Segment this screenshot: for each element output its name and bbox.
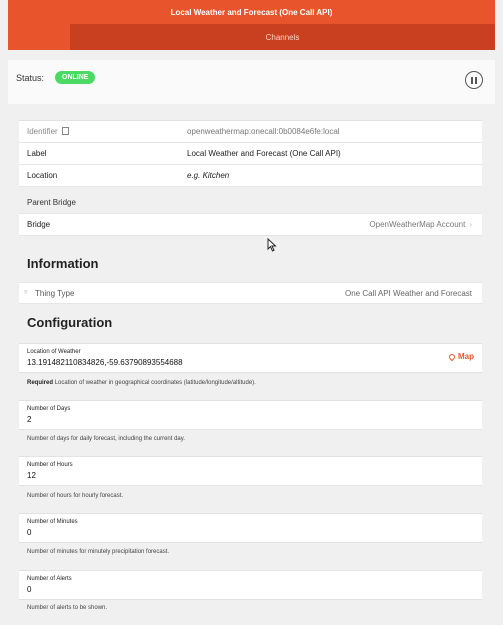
required-tag: Required (27, 380, 54, 386)
number-of-days-input[interactable]: 2 (27, 415, 31, 424)
number-of-minutes-input[interactable]: 0 (27, 528, 31, 537)
tab-channels[interactable]: Channels (70, 24, 495, 50)
location-input[interactable]: e.g. Kitchen (187, 171, 229, 180)
number-of-minutes-label: Number of Minutes (27, 519, 78, 525)
thing-type-row[interactable]: ▿ Thing Type One Call API Weather and Fo… (19, 282, 482, 304)
pause-button[interactable] (465, 71, 483, 89)
location-of-weather-input[interactable]: 13.191482110834826,-59.63790893554688 (27, 358, 183, 367)
label-label: Label (27, 149, 47, 158)
number-of-hours-label: Number of Hours (27, 462, 73, 468)
location-description: Required Location of weather in geograph… (27, 380, 256, 386)
bridge-label: Bridge (27, 220, 51, 229)
tab-channels-label: Channels (265, 32, 300, 42)
map-pin-icon (447, 352, 457, 361)
status-label: Status: (16, 73, 45, 83)
number-of-days-label: Number of Days (27, 406, 71, 412)
label-input[interactable]: Local Weather and Forecast (One Call API… (187, 149, 341, 158)
map-button-label: Map (458, 352, 474, 361)
identifier-value: openweathermap:onecall:0b0084e6fe:local (187, 127, 340, 136)
pause-icon (471, 76, 473, 84)
bridge-value: OpenWeatherMap Account (369, 220, 466, 229)
pause-icon-bar (475, 76, 477, 84)
configuration-heading: Configuration (27, 315, 113, 330)
number-of-alerts-description: Number of alerts to be shown. (27, 605, 108, 611)
number-of-hours-input[interactable]: 12 (27, 471, 36, 480)
number-of-alerts-input[interactable]: 0 (27, 585, 31, 594)
number-of-hours-field[interactable]: Number of Hours 12 (19, 456, 482, 486)
number-of-alerts-field[interactable]: Number of Alerts 0 (19, 570, 482, 600)
thing-type-value: One Call API Weather and Forecast (344, 289, 472, 298)
chevron-right-icon: › (469, 220, 472, 229)
tab-bar: Channels (8, 24, 495, 50)
copy-icon[interactable] (61, 127, 69, 135)
identifier-label-wrap: Identifier (27, 127, 69, 136)
page-title: Local Weather and Forecast (One Call API… (170, 7, 333, 17)
status-row: Status: ONLINE (8, 60, 495, 104)
thing-type-label: Thing Type (35, 289, 75, 298)
location-description-text: Location of weather in geographical coor… (54, 380, 256, 386)
map-button[interactable]: Map (447, 352, 474, 361)
bridge-value-wrap: OpenWeatherMap Account › (369, 220, 472, 229)
triangle-icon: ▿ (24, 289, 28, 296)
identifier-row: Identifier openweathermap:onecall:0b0084… (19, 121, 482, 143)
parent-bridge-heading: Parent Bridge (27, 198, 76, 207)
number-of-hours-description: Number of hours for hourly forecast. (27, 493, 124, 499)
number-of-days-field[interactable]: Number of Days 2 (19, 400, 482, 430)
app-title-bar: Local Weather and Forecast (One Call API… (8, 0, 495, 24)
location-of-weather-label: Location of Weather (27, 349, 81, 355)
information-heading: Information (27, 256, 99, 271)
number-of-minutes-field[interactable]: Number of Minutes 0 (19, 513, 482, 543)
number-of-alerts-label: Number of Alerts (27, 576, 72, 582)
label-row[interactable]: Label Local Weather and Forecast (One Ca… (19, 143, 482, 165)
thing-info-panel: Identifier openweathermap:onecall:0b0084… (19, 120, 482, 187)
status-badge: ONLINE (55, 71, 96, 84)
identifier-label: Identifier (27, 127, 58, 136)
location-label: Location (27, 171, 58, 180)
number-of-days-description: Number of days for daily forecast, inclu… (27, 436, 185, 442)
cursor-icon (267, 238, 277, 252)
bridge-row[interactable]: Bridge OpenWeatherMap Account › (19, 213, 482, 236)
location-row[interactable]: Location e.g. Kitchen (19, 165, 482, 187)
location-of-weather-field[interactable]: Location of Weather 13.191482110834826,-… (19, 343, 482, 373)
number-of-minutes-description: Number of minutes for minutely precipita… (27, 549, 170, 555)
